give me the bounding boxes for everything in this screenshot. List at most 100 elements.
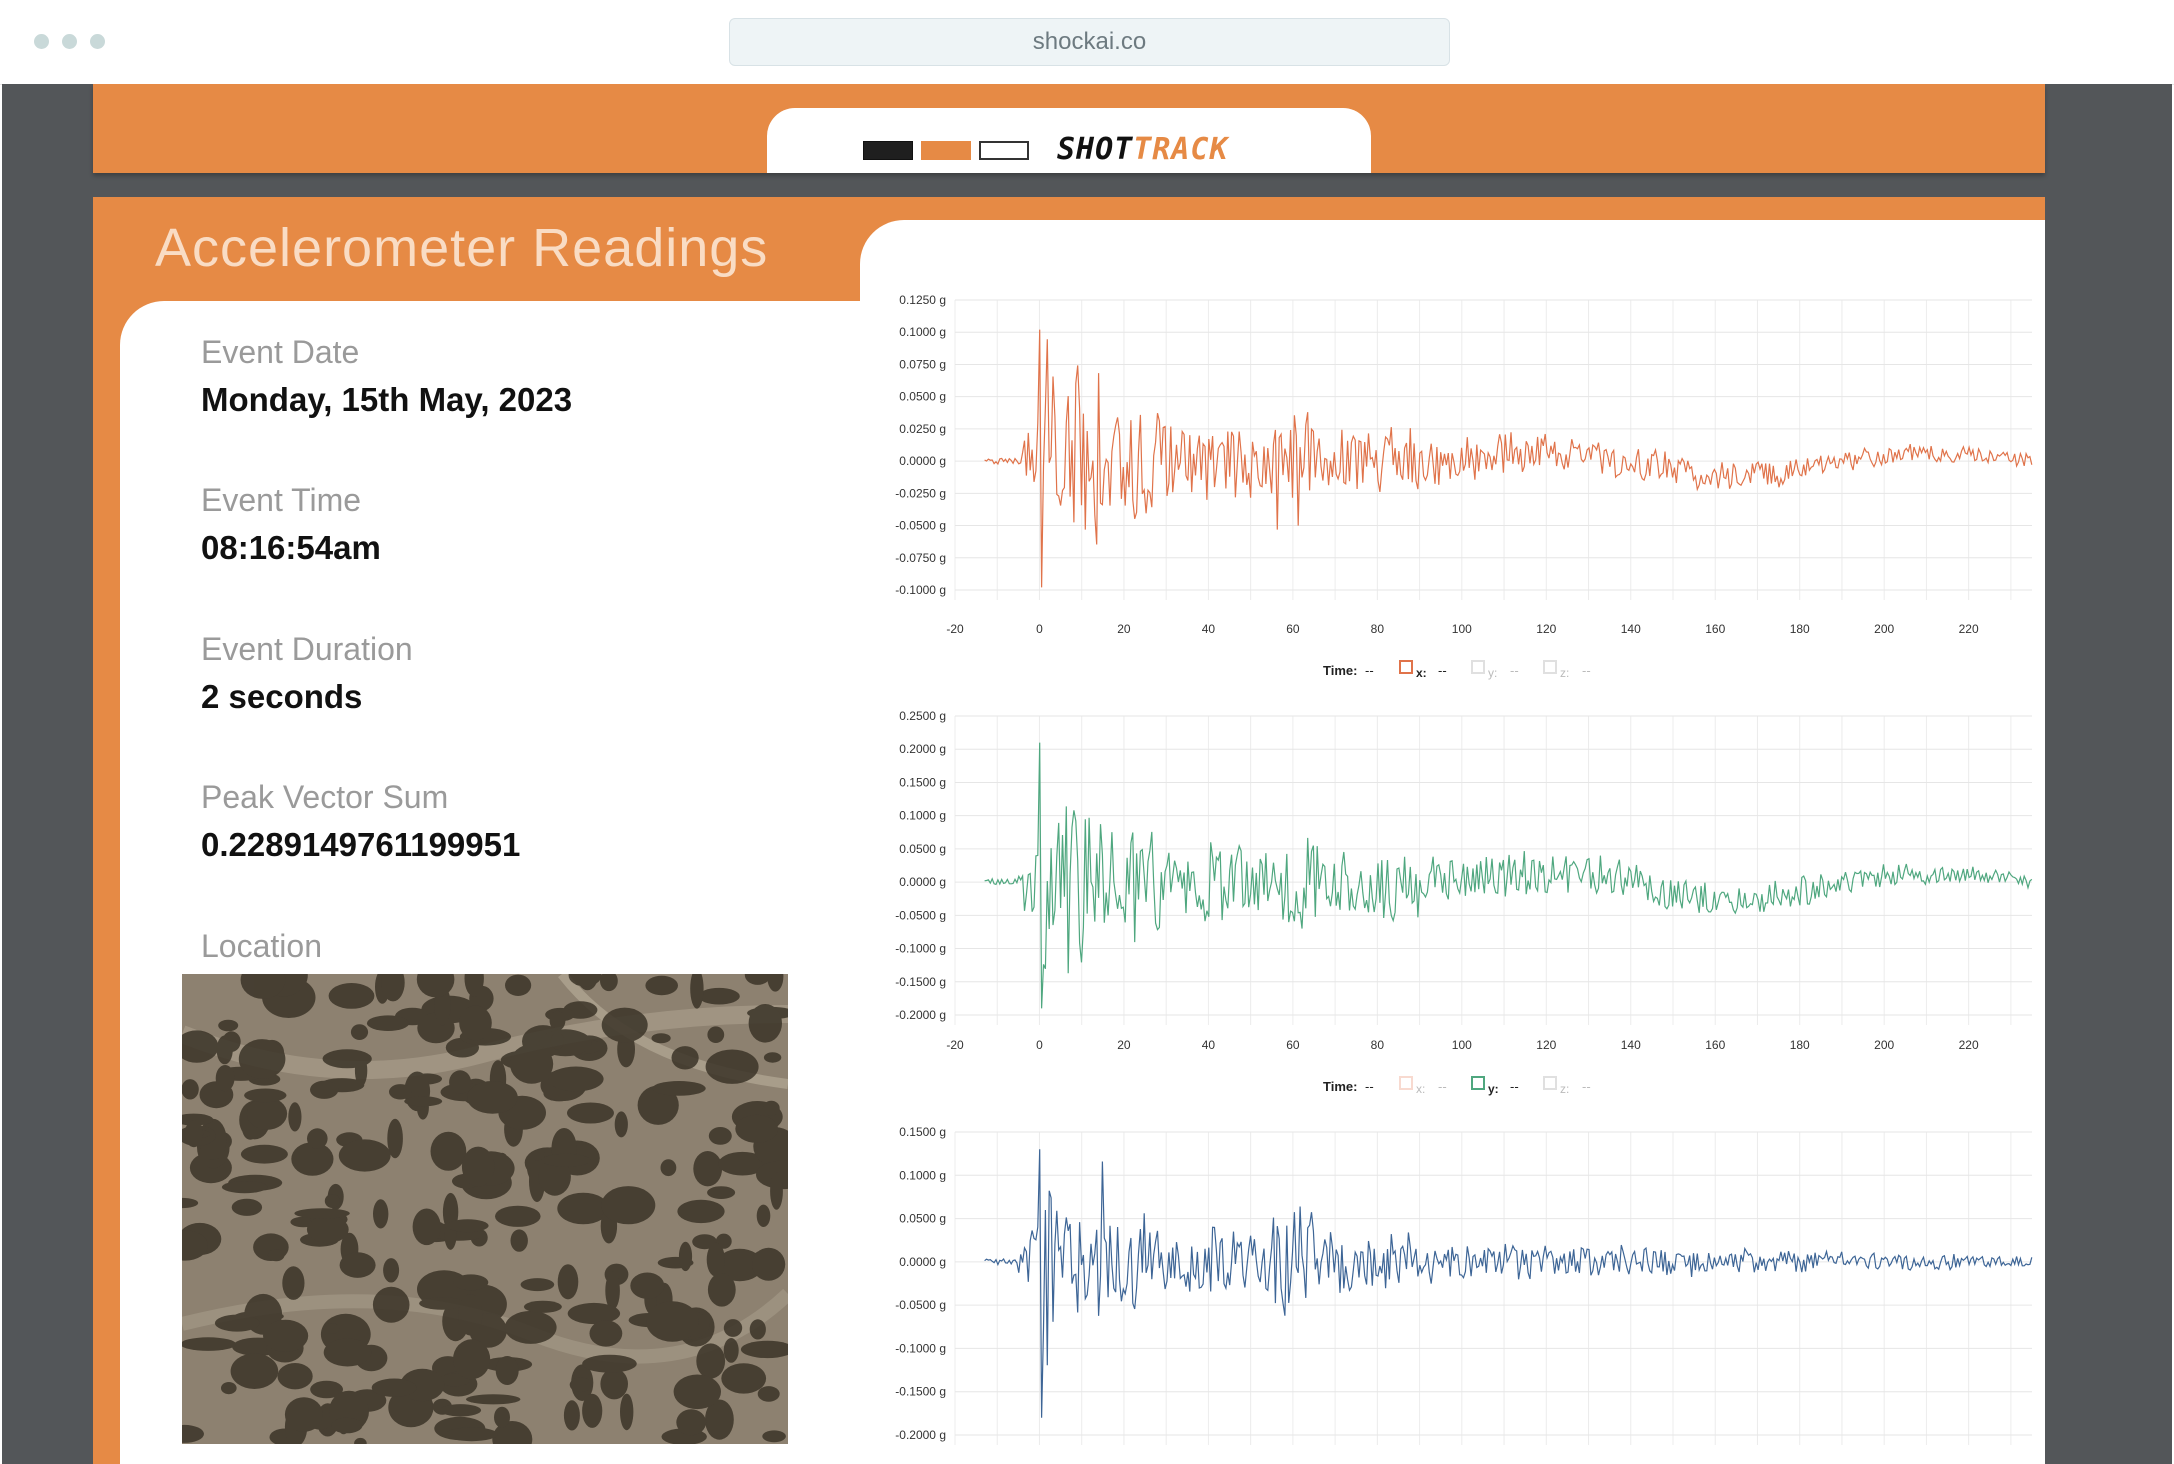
x-tick-label: 220 bbox=[1959, 622, 1979, 636]
series-x-line[interactable] bbox=[984, 329, 2033, 588]
map-vegetation bbox=[467, 1081, 518, 1114]
map-vegetation bbox=[756, 1204, 771, 1227]
legend-swatch-icon[interactable] bbox=[1543, 660, 1557, 674]
panel-title: Accelerometer Readings bbox=[155, 218, 769, 278]
y-tick-label: -0.0750 g bbox=[895, 551, 946, 565]
map-vegetation bbox=[215, 1065, 235, 1092]
x-tick-label: 100 bbox=[1452, 622, 1472, 636]
map-vegetation bbox=[569, 1377, 592, 1393]
legend-time-value: -- bbox=[1365, 1079, 1374, 1094]
map-vegetation bbox=[350, 1024, 369, 1040]
map-vegetation bbox=[541, 1153, 591, 1167]
map-vegetation bbox=[389, 1084, 412, 1100]
legend-series-value: -- bbox=[1438, 663, 1447, 678]
x-tick-label: 180 bbox=[1790, 1038, 1810, 1052]
legend-time-value: -- bbox=[1365, 663, 1374, 678]
map-vegetation bbox=[277, 1363, 313, 1390]
map-vegetation bbox=[230, 1353, 279, 1389]
x-tick-label: 120 bbox=[1536, 622, 1556, 636]
map-vegetation bbox=[567, 1102, 614, 1124]
window-dot-icon[interactable] bbox=[62, 34, 77, 49]
legend-swatch-icon[interactable] bbox=[1543, 1076, 1557, 1090]
map-vegetation bbox=[495, 1205, 541, 1227]
x-tick-label: 100 bbox=[1452, 1038, 1472, 1052]
peak-vector-sum-value: 0.2289149761199951 bbox=[201, 826, 521, 863]
accelerometer-charts[interactable]: 0.1250 g 0.1000 g 0.0750 g 0.0500 g 0.0250 g… bbox=[860, 220, 2045, 1464]
legend-series-key: x: bbox=[1416, 666, 1427, 680]
map-vegetation bbox=[440, 1404, 482, 1417]
map-vegetation bbox=[510, 1044, 554, 1084]
map-vegetation bbox=[705, 1049, 759, 1084]
map-vegetation bbox=[453, 1339, 491, 1380]
map-vegetation bbox=[216, 1035, 233, 1065]
map-vegetation bbox=[520, 1278, 555, 1292]
legend-swatch-icon[interactable] bbox=[1471, 660, 1485, 674]
map-vegetation bbox=[563, 1400, 580, 1431]
map-vegetation bbox=[328, 983, 375, 1009]
map-vegetation bbox=[723, 1319, 743, 1337]
page-background: SHOTTRACK Accelerometer Readings Event D… bbox=[2, 84, 2172, 1464]
url-bar[interactable]: shockai.co bbox=[729, 18, 1450, 66]
map-vegetation bbox=[708, 1127, 732, 1145]
x-tick-label: 220 bbox=[1959, 1038, 1979, 1052]
y-tick-label: -0.0250 g bbox=[895, 486, 946, 500]
x-tick-label: 60 bbox=[1286, 1038, 1300, 1052]
window-dot-icon[interactable] bbox=[34, 34, 49, 49]
legend-swatch-icon[interactable] bbox=[1399, 660, 1413, 674]
map-vegetation bbox=[322, 1049, 372, 1069]
x-tick-label: 60 bbox=[1286, 622, 1300, 636]
map-vegetation bbox=[263, 1319, 309, 1352]
map-vegetation bbox=[218, 1019, 239, 1032]
location-label: Location bbox=[201, 928, 322, 964]
x-tick-label: 20 bbox=[1117, 1038, 1131, 1052]
map-vegetation bbox=[589, 1320, 623, 1347]
event-time-value: 08:16:54am bbox=[201, 529, 381, 566]
map-vegetation bbox=[721, 1363, 767, 1394]
map-vegetation bbox=[698, 987, 740, 1005]
map-vegetation bbox=[601, 1186, 656, 1225]
map-vegetation bbox=[620, 1393, 634, 1431]
map-vegetation bbox=[582, 1393, 603, 1428]
chart-card: 0.1250 g 0.1000 g 0.0750 g 0.0500 g 0.0250 g… bbox=[860, 220, 2045, 1464]
map-vegetation bbox=[614, 1111, 628, 1138]
legend-series-value: -- bbox=[1510, 663, 1519, 678]
map-vegetation bbox=[550, 1032, 564, 1050]
window-dot-icon[interactable] bbox=[90, 34, 105, 49]
map-vegetation bbox=[338, 1139, 391, 1172]
map-vegetation bbox=[707, 1186, 736, 1199]
map-vegetation bbox=[735, 1114, 779, 1143]
map-vegetation bbox=[748, 1004, 782, 1043]
map-vegetation bbox=[646, 1301, 699, 1342]
y-tick-label: 0.2000 g bbox=[899, 742, 946, 756]
logo-tab[interactable]: SHOTTRACK bbox=[767, 108, 1371, 173]
legend-swatch-icon[interactable] bbox=[1471, 1076, 1485, 1090]
x-tick-label: 20 bbox=[1117, 622, 1131, 636]
series-z-line[interactable] bbox=[984, 1149, 2033, 1418]
event-duration-value: 2 seconds bbox=[201, 678, 363, 715]
y-tick-label: -0.2000 g bbox=[895, 1428, 946, 1442]
y-tick-label: -0.1000 g bbox=[895, 1341, 946, 1355]
legend-swatch-icon[interactable] bbox=[1399, 1076, 1413, 1090]
y-tick-label: 0.0000 g bbox=[899, 1255, 946, 1269]
map-vegetation bbox=[240, 1144, 288, 1164]
map-vegetation bbox=[284, 1397, 323, 1432]
map-vegetation bbox=[548, 1066, 604, 1092]
y-tick-label: -0.1000 g bbox=[895, 583, 946, 597]
map-vegetation bbox=[307, 1128, 328, 1149]
map-vegetation bbox=[412, 1208, 441, 1246]
map-vegetation bbox=[294, 1208, 350, 1219]
event-time-label: Event Time bbox=[201, 482, 362, 518]
logo-block-dark bbox=[863, 141, 913, 160]
location-map[interactable] bbox=[182, 974, 788, 1444]
map-vegetation bbox=[723, 1338, 739, 1363]
map-vegetation bbox=[231, 1198, 263, 1216]
map-vegetation bbox=[373, 1199, 389, 1229]
y-tick-label: 0.0500 g bbox=[899, 390, 946, 404]
map-vegetation bbox=[323, 1338, 372, 1367]
map-vegetation bbox=[459, 1005, 492, 1041]
y-tick-label: 0.0000 g bbox=[899, 875, 946, 889]
y-tick-label: 0.1000 g bbox=[899, 1168, 946, 1182]
map-vegetation bbox=[752, 1247, 786, 1281]
map-vegetation bbox=[770, 1172, 783, 1210]
map-vegetation bbox=[310, 1080, 339, 1099]
